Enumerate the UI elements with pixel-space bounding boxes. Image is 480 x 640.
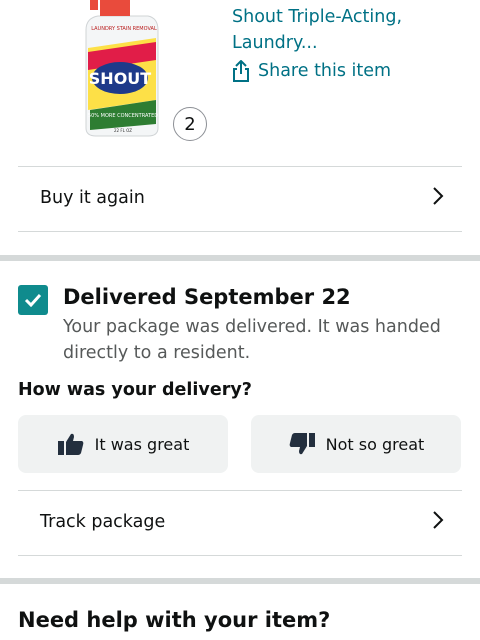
product-image-volume: 22 FL OZ — [114, 128, 132, 133]
quantity-badge: 2 — [173, 107, 207, 141]
thumbs-down-icon — [289, 433, 315, 455]
track-package-label: Track package — [40, 512, 166, 532]
section-separator — [0, 255, 480, 261]
delivered-check-icon — [18, 285, 48, 315]
thumbs-up-icon — [57, 433, 83, 455]
product-image-caption: LAUNDRY STAIN REMOVAL — [91, 26, 157, 32]
feedback-great-button[interactable]: It was great — [18, 415, 228, 473]
product-image-brand: SHOUT — [89, 69, 152, 88]
product-image-concentrate: 50% MORE CONCENTRATED — [88, 113, 158, 119]
chevron-right-icon — [432, 510, 462, 534]
section-separator — [0, 578, 480, 584]
need-help-heading: Need help with your item? — [18, 608, 331, 632]
feedback-great-label: It was great — [94, 434, 190, 454]
feedback-not-great-button[interactable]: Not so great — [251, 415, 461, 473]
share-icon — [233, 60, 249, 82]
divider — [18, 231, 462, 232]
divider — [18, 555, 462, 556]
share-item-label: Share this item — [258, 61, 392, 81]
track-package-row[interactable]: Track package — [18, 490, 462, 554]
delivery-status-description: Your package was delivered. It was hande… — [63, 317, 441, 363]
share-item-link[interactable]: Share this item — [232, 60, 391, 82]
delivery-feedback-question: How was your delivery? — [18, 380, 252, 400]
product-image[interactable]: SHOUT LAUNDRY STAIN REMOVAL 50% MORE CON… — [78, 0, 164, 138]
buy-again-label: Buy it again — [40, 188, 145, 208]
product-title-link[interactable]: Shout Triple-Acting, Laundry... — [232, 4, 462, 56]
buy-again-row[interactable]: Buy it again — [18, 166, 462, 230]
delivery-status-title: Delivered September 22 — [63, 285, 351, 309]
feedback-not-great-label: Not so great — [325, 434, 425, 454]
chevron-right-icon — [432, 186, 462, 210]
